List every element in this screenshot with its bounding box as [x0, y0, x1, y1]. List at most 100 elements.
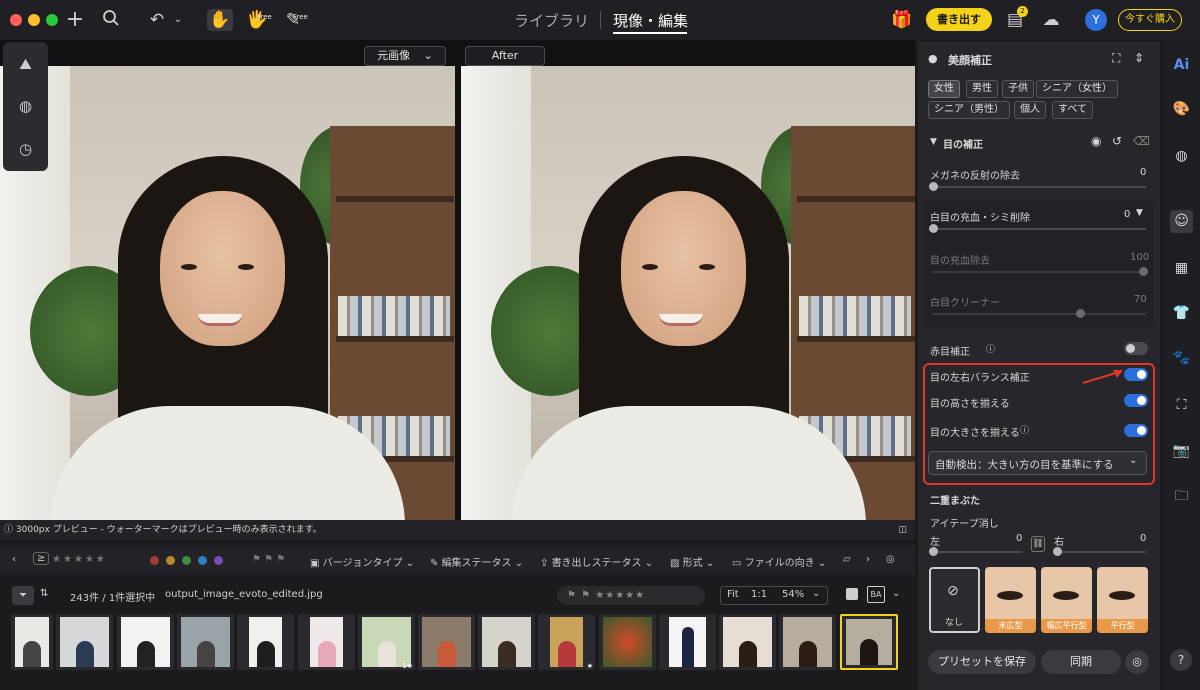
flag-filter-icons[interactable]: ⚑ ⚑ ⚑	[252, 554, 285, 565]
folder-icon[interactable]: ▱	[843, 554, 851, 565]
chip-all[interactable]: すべて	[1052, 101, 1093, 119]
buy-now-button[interactable]: 今すぐ購入	[1118, 9, 1182, 31]
chip-female[interactable]: 女性	[928, 80, 960, 98]
color-label-yellow[interactable]	[166, 556, 175, 565]
image-canvas[interactable]: 元画像 ⌄ After	[0, 40, 915, 520]
sync-button[interactable]: 同期	[1041, 650, 1121, 674]
chevron-right-icon[interactable]: ›	[866, 554, 870, 565]
version-type-filter[interactable]: ▣ バージョンタイプ ⌄	[310, 554, 414, 569]
link-icon[interactable]: ⛓	[1031, 536, 1045, 552]
reset-icon[interactable]: ↺	[1112, 134, 1122, 148]
thumbnail[interactable]	[478, 614, 535, 670]
hand-tool-icon[interactable]: ✋	[207, 9, 233, 31]
thumbnail-selected[interactable]	[840, 614, 898, 670]
avatar[interactable]: Y	[1085, 9, 1107, 31]
color-label-blue[interactable]	[198, 556, 207, 565]
texture-icon[interactable]: ◍	[1170, 145, 1193, 168]
folder-settings-icon[interactable]: 🗀	[1170, 485, 1193, 508]
thumbnail[interactable]	[177, 614, 234, 670]
slider-knob[interactable]	[1076, 309, 1085, 318]
right-tape-slider[interactable]	[1056, 551, 1146, 553]
reorder-icon[interactable]: ⇕	[1134, 51, 1144, 65]
slider-knob[interactable]	[929, 547, 938, 556]
retouch-brush-icon[interactable]: 🖐 Free	[245, 9, 271, 31]
rating-filter-stars[interactable]: ★★★★★	[52, 554, 107, 565]
gift-icon[interactable]: 🎁	[890, 9, 914, 31]
eyelid-option-2[interactable]: 幅広平行型	[1041, 567, 1092, 633]
eraser-icon[interactable]: ⌫	[1133, 134, 1150, 148]
texture-tool-icon[interactable]: ◍	[13, 94, 38, 119]
ai-icon[interactable]: Ai	[1170, 54, 1193, 77]
slider-knob[interactable]	[929, 224, 938, 233]
chip-individual[interactable]: 個人	[1014, 101, 1046, 119]
sync-settings-icon[interactable]: ◎	[1125, 650, 1149, 674]
chevron-down-icon[interactable]: ⌄	[812, 588, 820, 599]
eyelid-option-3[interactable]: 平行型	[1097, 567, 1148, 633]
background-icon[interactable]: ▦	[1170, 257, 1193, 280]
slider-knob[interactable]	[929, 182, 938, 191]
help-icon[interactable]: ⓘ	[986, 342, 995, 355]
zoom-value-select[interactable]: 54%	[782, 589, 804, 600]
filter-settings-icon[interactable]: ◎	[886, 554, 895, 565]
tab-library[interactable]: ライブラリ	[514, 10, 589, 31]
history-clock-icon[interactable]: ◷	[13, 137, 38, 162]
thumbnail[interactable]	[418, 614, 475, 670]
compare-view-icon[interactable]: BA	[867, 586, 885, 603]
pet-paw-icon[interactable]: 🐾	[1170, 347, 1193, 370]
camera-icon[interactable]: 📷	[1170, 440, 1193, 463]
export-button[interactable]: 書き出す	[926, 8, 992, 31]
thumbnail[interactable]	[117, 614, 174, 670]
redness-slider[interactable]	[932, 228, 1146, 230]
auto-detect-select[interactable]: 自動検出：大きい方の目を基準にする ⌄	[928, 451, 1147, 475]
glasses-reflection-slider[interactable]	[932, 186, 1146, 188]
crop-icon[interactable]: ⛶	[1170, 394, 1193, 417]
edit-status-filter[interactable]: ✎ 編集ステータス ⌄	[430, 554, 523, 569]
zoom-1to1-button[interactable]: 1:1	[751, 589, 767, 600]
add-icon[interactable]: +	[64, 9, 86, 31]
caret-down-icon[interactable]: ▼	[1136, 208, 1143, 218]
help-icon[interactable]: ⓘ	[1020, 423, 1029, 436]
landscape-tool-icon[interactable]: ⛰	[13, 52, 38, 77]
thumbnail[interactable]	[719, 614, 776, 670]
eye-height-toggle[interactable]	[1124, 394, 1148, 407]
orientation-filter[interactable]: ▭ ファイルの向き ⌄	[732, 554, 826, 569]
maximize-window-button[interactable]	[46, 14, 58, 26]
thumbnail[interactable]	[11, 614, 53, 670]
white-cleaner-slider[interactable]	[932, 313, 1146, 315]
caret-down-icon[interactable]: ▼	[930, 137, 937, 147]
thumbnail[interactable]	[659, 614, 716, 670]
slider-knob[interactable]	[1053, 547, 1062, 556]
clothing-icon[interactable]: 👕	[1170, 302, 1193, 325]
split-view-icon[interactable]: ◫	[898, 520, 907, 540]
palette-icon[interactable]: 🎨	[1170, 98, 1193, 121]
thumbnail[interactable]	[56, 614, 113, 670]
eye-size-toggle[interactable]	[1124, 424, 1148, 437]
color-label-red[interactable]	[150, 556, 159, 565]
color-label-purple[interactable]	[214, 556, 223, 565]
thumbnail[interactable]	[237, 614, 294, 670]
bandage-icon[interactable]: ✎ Free	[281, 9, 308, 31]
chip-senior-female[interactable]: シニア（女性）	[1036, 80, 1118, 98]
single-view-icon[interactable]	[846, 588, 858, 600]
close-window-button[interactable]	[10, 14, 22, 26]
thumbnail[interactable]: 1★	[358, 614, 415, 670]
search-icon[interactable]	[100, 9, 122, 31]
sort-icon[interactable]: ⇅	[40, 588, 48, 599]
thumbnail[interactable]: ★	[538, 614, 595, 670]
chevron-down-icon[interactable]: ⌄	[892, 588, 900, 599]
thumbnail[interactable]	[779, 614, 836, 670]
visibility-eye-icon[interactable]: ◉	[1091, 134, 1101, 148]
redeye-toggle[interactable]	[1124, 342, 1148, 355]
chip-male[interactable]: 男性	[966, 80, 998, 98]
undo-icon[interactable]: ↶	[146, 9, 168, 31]
rating-bar[interactable]: ⚑ ⚑ ★★★★★	[557, 586, 705, 605]
face-detect-icon[interactable]: ⛶	[1112, 51, 1120, 66]
thumbnail[interactable]	[599, 614, 656, 670]
rating-gte-toggle[interactable]: ≥	[33, 552, 50, 565]
before-view-select[interactable]: 元画像 ⌄	[364, 46, 446, 66]
redness-removal-slider[interactable]	[932, 271, 1146, 273]
chip-child[interactable]: 子供	[1002, 80, 1034, 98]
filter-icon[interactable]: ⏷	[12, 586, 34, 605]
left-tape-slider[interactable]	[932, 551, 1022, 553]
face-retouch-icon[interactable]: ☺	[1170, 210, 1193, 233]
